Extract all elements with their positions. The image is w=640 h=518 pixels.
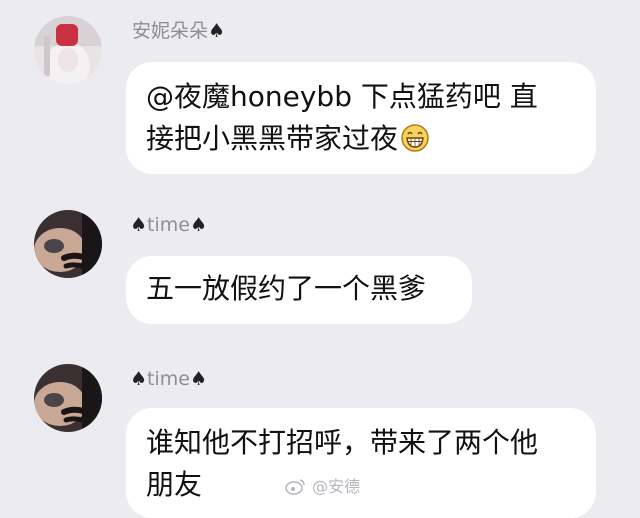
sender-name-text: time <box>147 214 190 236</box>
avatar-photo-icon <box>34 364 102 432</box>
avatar-photo-icon <box>34 210 102 278</box>
avatar[interactable] <box>34 16 102 84</box>
watermark-text: @安德 <box>312 477 361 496</box>
message-bubble[interactable]: @夜魔honeybb 下点猛药吧 直 接把小黑黑带家过夜 <box>126 62 596 174</box>
message-text-line: 接把小黑黑带家过夜 <box>146 118 574 160</box>
spade-icon: ♠ <box>189 368 208 390</box>
sender-name: ♠time♠ <box>130 214 207 236</box>
message-text-line: 谁知他不打招呼，带来了两个他 <box>146 426 539 459</box>
watermark: @安德 <box>285 473 360 497</box>
spade-icon: ♠ <box>208 20 226 42</box>
sender-name: 安妮朵朵♠ <box>132 20 225 42</box>
spade-icon: ♠ <box>189 214 208 236</box>
avatar[interactable] <box>34 364 102 432</box>
sender-name-text: time <box>147 368 190 390</box>
message-bubble[interactable]: 谁知他不打招呼，带来了两个他 朋友 <box>126 408 596 518</box>
weibo-icon <box>285 479 305 495</box>
spade-icon: ♠ <box>130 368 148 390</box>
message-text-line: 五一放假约了一个黑爹 <box>146 272 427 305</box>
grinning-face-icon <box>401 124 429 152</box>
sender-name: ♠time♠ <box>130 368 207 390</box>
message-text-line: @夜魔honeybb 下点猛药吧 直 <box>146 80 538 113</box>
spade-icon: ♠ <box>130 214 148 236</box>
sender-name-text: 安妮朵朵 <box>132 20 209 42</box>
message-text: 接把小黑黑带家过夜 <box>146 122 399 155</box>
avatar-photo-icon <box>34 16 102 84</box>
message-bubble[interactable]: 五一放假约了一个黑爹 <box>126 256 472 324</box>
avatar[interactable] <box>34 210 102 278</box>
